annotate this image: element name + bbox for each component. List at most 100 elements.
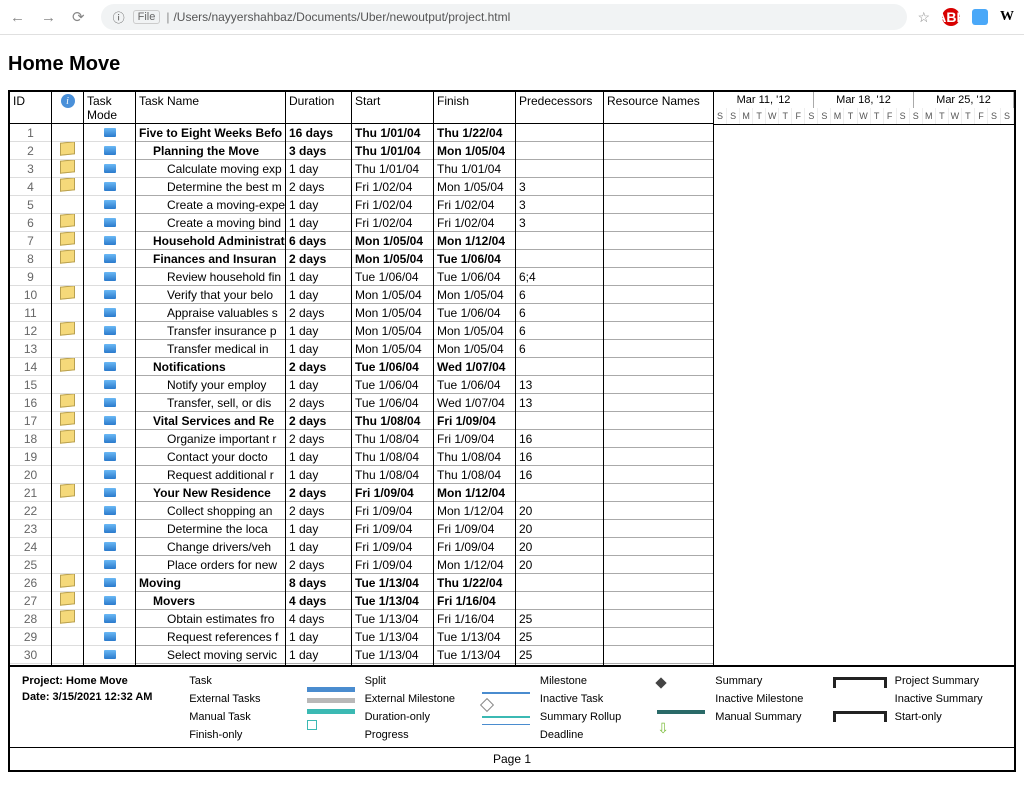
- cell-res[interactable]: [604, 610, 713, 628]
- cell-res[interactable]: [604, 250, 713, 268]
- cell-mode[interactable]: [84, 430, 135, 448]
- reload-icon[interactable]: ⟳: [72, 8, 85, 26]
- cell-taskname[interactable]: Five to Eight Weeks Befo: [136, 124, 285, 142]
- cell-taskname[interactable]: Obtain estimates fro: [136, 610, 285, 628]
- cell-pred[interactable]: 20: [516, 520, 603, 538]
- cell-pred[interactable]: 3: [516, 196, 603, 214]
- cell-start[interactable]: Tue 1/13/04: [352, 574, 433, 592]
- cell-finish[interactable]: Fri 1/02/04: [434, 214, 515, 232]
- cell-duration[interactable]: 1 day: [286, 322, 351, 340]
- cell-res[interactable]: [604, 214, 713, 232]
- forward-icon[interactable]: →: [41, 9, 56, 26]
- cell-mode[interactable]: [84, 520, 135, 538]
- cell-duration[interactable]: 4 days: [286, 610, 351, 628]
- cell-finish[interactable]: Fri 1/09/04: [434, 412, 515, 430]
- cell-pred[interactable]: 25: [516, 646, 603, 664]
- cell-pred[interactable]: [516, 142, 603, 160]
- cell-finish[interactable]: Fri 1/09/04: [434, 430, 515, 448]
- cell-finish[interactable]: Mon 1/05/04: [434, 340, 515, 358]
- cell-info[interactable]: [52, 394, 83, 412]
- cell-res[interactable]: [604, 466, 713, 484]
- cell-info[interactable]: [52, 646, 83, 664]
- cell-res[interactable]: [604, 628, 713, 646]
- cell-info[interactable]: [52, 250, 83, 268]
- cell-info[interactable]: [52, 376, 83, 394]
- cell-mode[interactable]: [84, 394, 135, 412]
- cell-info[interactable]: [52, 142, 83, 160]
- cell-pred[interactable]: [516, 232, 603, 250]
- cell-pred[interactable]: 3: [516, 178, 603, 196]
- cell-res[interactable]: [604, 592, 713, 610]
- cell-start[interactable]: Thu 1/01/04: [352, 160, 433, 178]
- cell-res[interactable]: [604, 322, 713, 340]
- cell-finish[interactable]: Tue 1/06/04: [434, 376, 515, 394]
- cell-taskname[interactable]: Select moving servic: [136, 646, 285, 664]
- cell-id[interactable]: 26: [10, 574, 51, 592]
- cell-id[interactable]: 11: [10, 304, 51, 322]
- cell-start[interactable]: Tue 1/06/04: [352, 268, 433, 286]
- cell-duration[interactable]: 1 day: [286, 268, 351, 286]
- cell-res[interactable]: [604, 484, 713, 502]
- cell-taskname[interactable]: Finances and Insuran: [136, 250, 285, 268]
- cell-taskname[interactable]: Create a moving bind: [136, 214, 285, 232]
- cell-id[interactable]: 4: [10, 178, 51, 196]
- cell-id[interactable]: 8: [10, 250, 51, 268]
- cell-finish[interactable]: Mon 1/12/04: [434, 556, 515, 574]
- cell-finish[interactable]: Mon 1/05/04: [434, 142, 515, 160]
- cell-taskname[interactable]: Your New Residence: [136, 484, 285, 502]
- cell-start[interactable]: Thu 1/08/04: [352, 448, 433, 466]
- cell-duration[interactable]: 1 day: [286, 214, 351, 232]
- cell-start[interactable]: Tue 1/13/04: [352, 592, 433, 610]
- cell-id[interactable]: 20: [10, 466, 51, 484]
- cell-id[interactable]: 30: [10, 646, 51, 664]
- cell-taskname[interactable]: Notifications: [136, 358, 285, 376]
- cell-id[interactable]: 23: [10, 520, 51, 538]
- cell-pred[interactable]: 6;4: [516, 268, 603, 286]
- cell-duration[interactable]: 2 days: [286, 430, 351, 448]
- cell-id[interactable]: 14: [10, 358, 51, 376]
- cell-info[interactable]: [52, 610, 83, 628]
- cell-id[interactable]: 17: [10, 412, 51, 430]
- cell-res[interactable]: [604, 358, 713, 376]
- cell-mode[interactable]: [84, 322, 135, 340]
- cell-duration[interactable]: 2 days: [286, 556, 351, 574]
- address-bar[interactable]: ⓘ File | /Users/nayyershahbaz/Documents/…: [101, 4, 908, 30]
- cell-start[interactable]: Thu 1/01/04: [352, 124, 433, 142]
- cell-id[interactable]: 16: [10, 394, 51, 412]
- cell-finish[interactable]: Thu 1/08/04: [434, 448, 515, 466]
- cell-pred[interactable]: 13: [516, 376, 603, 394]
- cell-pred[interactable]: 13: [516, 394, 603, 412]
- cell-pred[interactable]: 6: [516, 304, 603, 322]
- cell-mode[interactable]: [84, 628, 135, 646]
- cell-taskname[interactable]: Create a moving-expe: [136, 196, 285, 214]
- cell-id[interactable]: 12: [10, 322, 51, 340]
- cell-mode[interactable]: [84, 484, 135, 502]
- cell-taskname[interactable]: Place orders for new: [136, 556, 285, 574]
- cell-finish[interactable]: Thu 1/08/04: [434, 466, 515, 484]
- cell-res[interactable]: [604, 160, 713, 178]
- cell-duration[interactable]: 1 day: [286, 160, 351, 178]
- cell-id[interactable]: 3: [10, 160, 51, 178]
- cell-duration[interactable]: 2 days: [286, 484, 351, 502]
- cell-taskname[interactable]: Determine the best m: [136, 178, 285, 196]
- back-icon[interactable]: ←: [10, 9, 25, 26]
- cell-info[interactable]: [52, 430, 83, 448]
- cell-mode[interactable]: [84, 502, 135, 520]
- cell-info[interactable]: [52, 340, 83, 358]
- cell-id[interactable]: 28: [10, 610, 51, 628]
- cell-start[interactable]: Fri 1/02/04: [352, 178, 433, 196]
- cell-info[interactable]: [52, 628, 83, 646]
- cell-pred[interactable]: 20: [516, 538, 603, 556]
- cell-finish[interactable]: Mon 1/12/04: [434, 232, 515, 250]
- cell-duration[interactable]: 16 days: [286, 124, 351, 142]
- cell-pred[interactable]: [516, 124, 603, 142]
- cell-duration[interactable]: 2 days: [286, 178, 351, 196]
- cell-start[interactable]: Tue 1/13/04: [352, 628, 433, 646]
- cell-taskname[interactable]: Review household fin: [136, 268, 285, 286]
- cell-res[interactable]: [604, 286, 713, 304]
- cell-start[interactable]: Mon 1/05/04: [352, 304, 433, 322]
- cell-mode[interactable]: [84, 160, 135, 178]
- cell-pred[interactable]: [516, 250, 603, 268]
- star-icon[interactable]: ☆: [917, 9, 930, 26]
- cell-start[interactable]: Fri 1/09/04: [352, 556, 433, 574]
